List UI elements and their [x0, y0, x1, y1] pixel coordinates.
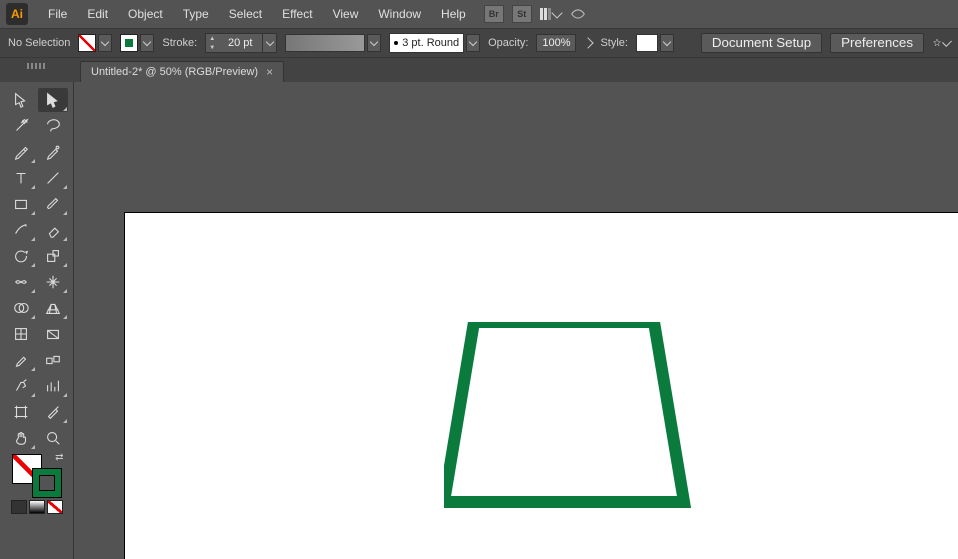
opacity-flyout-icon[interactable]: [583, 37, 594, 48]
width-profile-dropdown[interactable]: [367, 34, 381, 52]
lasso-tool[interactable]: [38, 114, 68, 138]
rectangle-tool[interactable]: [6, 192, 36, 216]
eraser-tool[interactable]: [38, 218, 68, 242]
panel-grip-icon[interactable]: [6, 60, 66, 72]
fill-stroke-indicator[interactable]: ⇄: [12, 454, 62, 498]
preferences-button[interactable]: Preferences: [830, 33, 924, 53]
brush-definition-dropdown[interactable]: [466, 34, 480, 52]
stroke-weight-label: Stroke:: [162, 37, 197, 49]
arrange-documents-button[interactable]: [540, 8, 561, 20]
menu-type[interactable]: Type: [173, 0, 219, 28]
document-setup-button[interactable]: Document Setup: [701, 33, 822, 53]
shaper-tool[interactable]: [6, 218, 36, 242]
direct-selection-tool[interactable]: [38, 88, 68, 112]
magic-wand-tool[interactable]: [6, 114, 36, 138]
bridge-launch-button[interactable]: Br: [484, 5, 504, 23]
menu-file[interactable]: File: [38, 0, 77, 28]
document-tab-title: Untitled-2* @ 50% (RGB/Preview): [91, 66, 258, 78]
shape-builder-tool[interactable]: [6, 296, 36, 320]
document-tab[interactable]: Untitled-2* @ 50% (RGB/Preview) ×: [80, 61, 284, 82]
eyedropper-tool[interactable]: [6, 348, 36, 372]
opacity-field[interactable]: [536, 34, 576, 52]
stroke-swatch-group[interactable]: [120, 34, 154, 52]
opacity-input[interactable]: [536, 34, 576, 52]
menu-effect[interactable]: Effect: [272, 0, 322, 28]
graphic-style[interactable]: [636, 34, 674, 52]
column-graph-tool[interactable]: [38, 374, 68, 398]
gpu-performance-icon[interactable]: [569, 5, 587, 23]
menu-select[interactable]: Select: [219, 0, 272, 28]
document-tab-bar: Untitled-2* @ 50% (RGB/Preview) ×: [0, 58, 958, 82]
workspace: ⇄: [0, 82, 958, 559]
graphic-style-label: Style:: [600, 37, 628, 49]
menu-edit[interactable]: Edit: [77, 0, 118, 28]
stroke-weight-dropdown[interactable]: [262, 34, 276, 52]
brush-tip-icon: [394, 41, 398, 45]
variable-width-profile[interactable]: [285, 34, 381, 52]
chevron-down-icon: [551, 7, 562, 18]
hand-tool[interactable]: [6, 426, 36, 450]
menu-window[interactable]: Window: [368, 0, 431, 28]
pen-tool[interactable]: [6, 140, 36, 164]
stroke-indicator-icon[interactable]: [32, 468, 62, 498]
brush-definition-label: 3 pt. Round: [402, 37, 459, 49]
rotate-tool[interactable]: [6, 244, 36, 268]
color-mode-none-icon[interactable]: [47, 500, 63, 514]
mesh-tool[interactable]: [6, 322, 36, 346]
paintbrush-tool[interactable]: [38, 192, 68, 216]
fill-dropdown[interactable]: [98, 34, 112, 52]
brush-definition-field: 3 pt. Round: [389, 33, 464, 53]
menu-bar: Ai File Edit Object Type Select Effect V…: [0, 0, 958, 28]
graphic-style-dropdown[interactable]: [660, 34, 674, 52]
trapezoid-shape[interactable]: [444, 322, 694, 517]
stroke-weight-input[interactable]: [218, 34, 262, 52]
canvas[interactable]: [74, 82, 958, 559]
width-tool[interactable]: [6, 270, 36, 294]
stroke-dropdown[interactable]: [140, 34, 154, 52]
curvature-tool[interactable]: [38, 140, 68, 164]
artboard-tool[interactable]: [6, 400, 36, 424]
color-mode-row: [11, 500, 63, 514]
control-bar: No Selection Stroke: ▲▼ 3 pt. Round Opac…: [0, 28, 958, 58]
brush-definition[interactable]: 3 pt. Round: [389, 33, 480, 53]
gradient-tool[interactable]: [38, 322, 68, 346]
trapezoid-path: [444, 322, 684, 502]
selection-status-label: No Selection: [8, 37, 70, 49]
app-logo: Ai: [6, 3, 28, 25]
blend-tool[interactable]: [38, 348, 68, 372]
line-segment-tool[interactable]: [38, 166, 68, 190]
color-mode-gradient-icon[interactable]: [29, 500, 45, 514]
scale-tool[interactable]: [38, 244, 68, 268]
swap-fill-stroke-icon[interactable]: ⇄: [55, 452, 63, 463]
slice-tool[interactable]: [38, 400, 68, 424]
toolbox: ⇄: [0, 82, 74, 559]
perspective-grid-tool[interactable]: [38, 296, 68, 320]
menu-help[interactable]: Help: [431, 0, 476, 28]
color-mode-solid-icon[interactable]: [11, 500, 27, 514]
close-icon[interactable]: ×: [266, 65, 273, 79]
stroke-swatch-icon: [120, 34, 138, 52]
selection-tool[interactable]: [6, 88, 36, 112]
zoom-tool[interactable]: [38, 426, 68, 450]
control-bar-flyout[interactable]: [932, 34, 950, 52]
fill-swatch-icon: [78, 34, 96, 52]
fill-swatch-group[interactable]: [78, 34, 112, 52]
free-transform-tool[interactable]: [38, 270, 68, 294]
width-profile-preview-icon: [285, 34, 365, 52]
menu-view[interactable]: View: [323, 0, 369, 28]
menu-object[interactable]: Object: [118, 0, 173, 28]
stroke-weight-stepper[interactable]: ▲▼: [205, 33, 277, 53]
symbol-sprayer-tool[interactable]: [6, 374, 36, 398]
stock-launch-button[interactable]: St: [512, 5, 532, 23]
graphic-style-swatch-icon: [636, 34, 658, 52]
opacity-label: Opacity:: [488, 37, 528, 49]
type-tool[interactable]: [6, 166, 36, 190]
